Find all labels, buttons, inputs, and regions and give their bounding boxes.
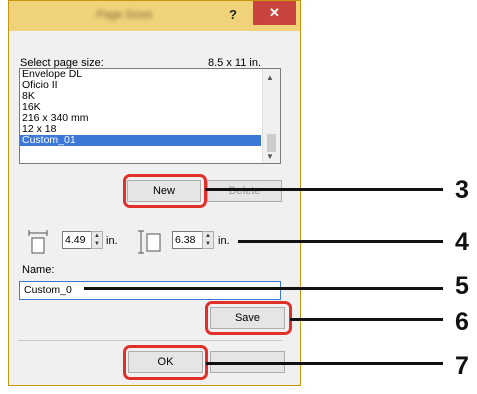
help-button[interactable]: ? <box>229 7 237 22</box>
scroll-up-icon[interactable]: ▲ <box>266 73 274 82</box>
list-item[interactable]: Oficio II <box>20 80 261 91</box>
title-bar: Page Sizes ? ✕ <box>9 1 300 31</box>
callout-number-4: 4 <box>455 228 469 256</box>
callout-line-3 <box>205 188 443 191</box>
callout-line-4 <box>238 240 443 243</box>
save-button-highlight <box>205 301 292 335</box>
delete-button[interactable]: Delete <box>207 180 282 202</box>
new-button-highlight <box>123 174 207 208</box>
list-item[interactable]: Custom_01 <box>20 135 261 146</box>
dialog-title: Page Sizes <box>96 9 153 21</box>
scroll-down-icon[interactable]: ▼ <box>266 152 274 161</box>
callout-number-7: 7 <box>455 352 469 380</box>
height-input[interactable]: 6.38 <box>172 231 203 249</box>
page-size-list[interactable]: Envelope DL Oficio II 8K 16K 216 x 340 mm 12 … <box>19 68 281 164</box>
width-unit: in. <box>106 235 118 247</box>
height-unit: in. <box>218 235 230 247</box>
list-item[interactable]: 216 x 340 mm <box>20 113 261 124</box>
name-label: Name: <box>22 264 55 276</box>
ok-button-highlight <box>123 345 208 380</box>
callout-number-5: 5 <box>455 272 469 300</box>
callout-line-5 <box>84 287 443 290</box>
width-input[interactable]: 4.49 <box>62 231 92 249</box>
separator <box>18 340 282 341</box>
callout-line-7 <box>206 362 443 365</box>
list-item[interactable]: 8K <box>20 91 261 102</box>
height-spinner[interactable]: ▲ ▼ <box>202 231 214 249</box>
height-icon <box>138 230 161 254</box>
width-spinner[interactable]: ▲ ▼ <box>91 231 103 249</box>
name-field[interactable]: Custom_0 <box>19 281 281 300</box>
list-scrollbar[interactable]: ▲ ▼ <box>262 69 280 163</box>
callout-line-6 <box>290 318 443 321</box>
callout-number-6: 6 <box>455 308 469 336</box>
callout-number-3: 3 <box>455 176 469 204</box>
scroll-thumb[interactable] <box>267 134 276 152</box>
close-button[interactable]: ✕ <box>253 1 296 25</box>
width-icon <box>28 230 48 254</box>
